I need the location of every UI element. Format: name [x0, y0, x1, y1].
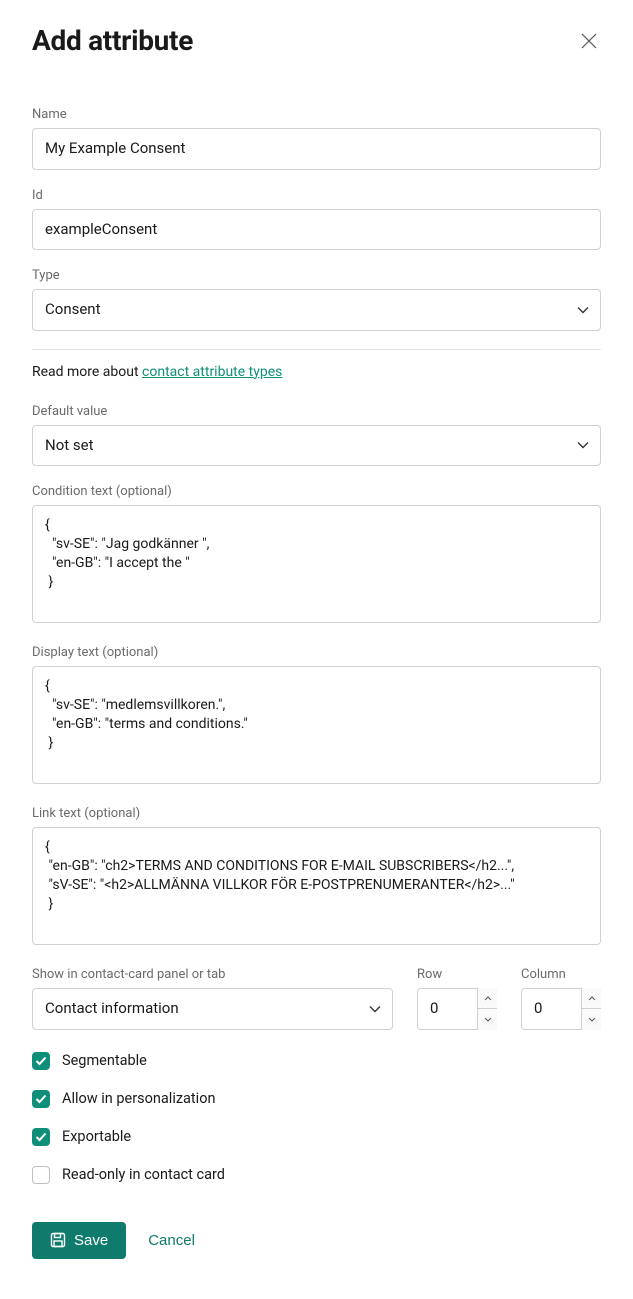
- read-more-text: Read more about contact attribute types: [32, 364, 601, 380]
- default-value-select[interactable]: Not set: [32, 425, 601, 467]
- type-label: Type: [32, 268, 601, 283]
- readonly-label: Read-only in contact card: [62, 1166, 225, 1183]
- col-step-up[interactable]: [582, 988, 601, 1009]
- read-more-link[interactable]: contact attribute types: [142, 364, 282, 380]
- exportable-label: Exportable: [62, 1128, 131, 1145]
- divider: [32, 349, 601, 350]
- chevron-down-icon: [484, 1017, 492, 1022]
- name-input[interactable]: [32, 128, 601, 170]
- chevron-up-icon: [588, 996, 596, 1001]
- segmentable-label: Segmentable: [62, 1052, 147, 1069]
- id-label: Id: [32, 188, 601, 203]
- row-step-up[interactable]: [478, 988, 497, 1009]
- name-label: Name: [32, 107, 601, 122]
- column-label: Column: [521, 967, 601, 982]
- link-text-input[interactable]: [32, 827, 601, 945]
- exportable-checkbox[interactable]: [32, 1128, 50, 1146]
- display-text-label: Display text (optional): [32, 645, 601, 660]
- show-in-select[interactable]: Contact information: [32, 988, 393, 1030]
- check-icon: [35, 1132, 47, 1142]
- condition-text-input[interactable]: [32, 505, 601, 623]
- col-step-down[interactable]: [582, 1009, 601, 1029]
- check-icon: [35, 1094, 47, 1104]
- personalization-checkbox[interactable]: [32, 1090, 50, 1108]
- display-text-input[interactable]: [32, 666, 601, 784]
- default-value-label: Default value: [32, 404, 601, 419]
- link-text-label: Link text (optional): [32, 806, 601, 821]
- condition-text-label: Condition text (optional): [32, 484, 601, 499]
- row-label: Row: [417, 967, 497, 982]
- segmentable-checkbox[interactable]: [32, 1052, 50, 1070]
- readonly-checkbox[interactable]: [32, 1166, 50, 1184]
- type-select[interactable]: Consent: [32, 289, 601, 331]
- chevron-up-icon: [484, 996, 492, 1001]
- save-button[interactable]: Save: [32, 1222, 126, 1259]
- chevron-down-icon: [588, 1017, 596, 1022]
- cancel-button[interactable]: Cancel: [148, 1232, 195, 1249]
- check-icon: [35, 1056, 47, 1066]
- page-title: Add attribute: [32, 24, 193, 57]
- close-icon: [580, 32, 598, 50]
- personalization-label: Allow in personalization: [62, 1090, 215, 1107]
- show-in-label: Show in contact-card panel or tab: [32, 967, 393, 982]
- row-step-down[interactable]: [478, 1009, 497, 1029]
- close-button[interactable]: [577, 29, 601, 53]
- id-input[interactable]: [32, 209, 601, 251]
- save-icon: [50, 1232, 66, 1248]
